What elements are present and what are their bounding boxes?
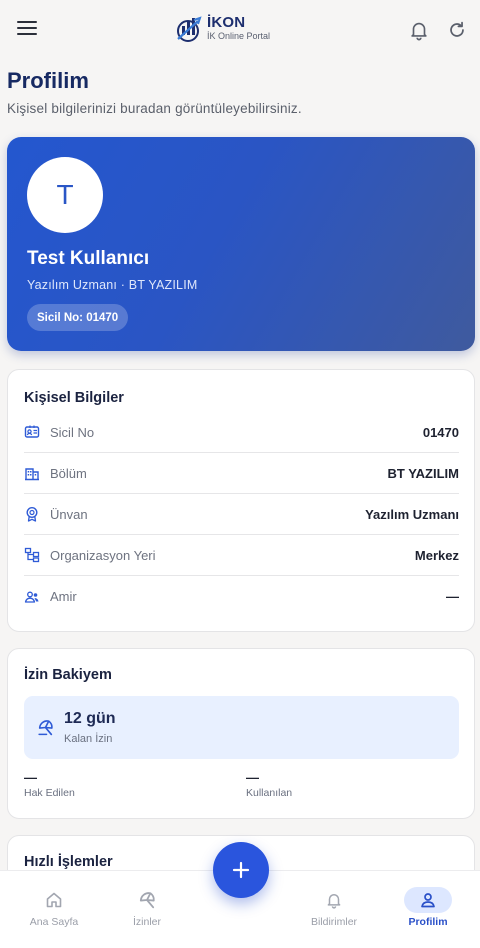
bell-icon xyxy=(327,894,341,909)
app-brand: İKON İK Online Portal xyxy=(174,12,270,44)
info-label: Amir xyxy=(50,589,77,604)
used-leave-stat: — Kullanılan xyxy=(246,770,292,799)
nav-label: İzinler xyxy=(132,916,161,928)
nav-label: Ana Sayfa xyxy=(29,916,79,928)
info-label: Bölüm xyxy=(50,465,87,481)
info-label: Organizasyon Yeri xyxy=(50,547,156,563)
hamburger-menu-icon[interactable] xyxy=(17,21,37,39)
leave-balance-card: İzin Bakiyem 12 gün Kalan İzin — Hak Edi… xyxy=(7,648,475,819)
used-leave-label: Kullanılan xyxy=(246,787,293,799)
remaining-leave-box: 12 gün Kalan İzin xyxy=(24,696,459,759)
nav-home[interactable]: Ana Sayfa xyxy=(14,887,94,928)
person-icon xyxy=(421,893,435,908)
manager-icon xyxy=(24,591,39,603)
page-subtitle: Kişisel bilgilerinizi buradan görüntüley… xyxy=(7,101,302,116)
nav-profile[interactable]: Profilim xyxy=(388,887,468,928)
info-label: Sicil No xyxy=(50,424,95,440)
user-full-name: Test Kullanıcı xyxy=(27,248,150,269)
sicil-number-badge: Sicil No: 01470 xyxy=(27,304,129,331)
beach-umbrella-icon xyxy=(139,892,155,909)
nav-leaves[interactable]: İzinler xyxy=(107,887,187,928)
quick-actions-title: Hızlı İşlemler xyxy=(24,854,113,870)
info-value: Merkez xyxy=(414,547,459,563)
info-row-organization: Organizasyon Yeri Merkez xyxy=(24,535,459,576)
plus-icon xyxy=(232,861,250,879)
award-icon xyxy=(26,506,38,522)
top-app-bar: İKON İK Online Portal xyxy=(0,0,480,60)
info-value: 01470 xyxy=(422,424,459,440)
info-row-title: Ünvan Yazılım Uzmanı xyxy=(24,494,459,535)
notifications-bell-icon[interactable] xyxy=(408,19,430,41)
nav-label: Bildirimler xyxy=(310,916,358,928)
info-value: BT YAZILIM xyxy=(387,465,459,481)
add-fab-button[interactable] xyxy=(213,842,269,898)
leave-balance-title: İzin Bakiyem xyxy=(24,667,112,683)
page-title: Profilim xyxy=(7,68,89,93)
info-row-manager: Amir — xyxy=(24,576,459,617)
personal-info-card: Kişisel Bilgiler Sicil No 01470 Bölüm BT… xyxy=(7,369,475,632)
nav-notifications[interactable]: Bildirimler xyxy=(294,887,374,928)
used-leave-value: — xyxy=(246,770,259,785)
info-row-department: Bölüm BT YAZILIM xyxy=(24,453,459,494)
earned-leave-label: Hak Edilen xyxy=(24,787,75,799)
id-card-icon xyxy=(24,425,40,438)
home-icon xyxy=(46,892,62,908)
info-row-sicil: Sicil No 01470 xyxy=(24,412,459,453)
info-value: Yazılım Uzmanı xyxy=(365,506,459,522)
app-subtitle: İK Online Portal xyxy=(207,31,271,41)
info-value: — xyxy=(446,589,459,604)
remaining-leave-days: 12 gün xyxy=(64,710,116,727)
org-chart-icon xyxy=(24,547,40,563)
refresh-icon[interactable] xyxy=(446,19,468,41)
earned-leave-value: — xyxy=(24,770,37,785)
earned-leave-stat: — Hak Edilen xyxy=(24,770,75,799)
nav-label: Profilim xyxy=(408,916,448,928)
app-logo-icon xyxy=(177,16,202,42)
remaining-leave-label: Kalan İzin xyxy=(64,733,113,745)
profile-summary-card: T Test Kullanıcı Yazılım Uzmanı · BT YAZ… xyxy=(7,137,475,351)
avatar: T xyxy=(27,157,103,233)
personal-info-title: Kişisel Bilgiler xyxy=(24,390,124,406)
beach-umbrella-icon xyxy=(38,720,53,736)
user-role-department: Yazılım Uzmanı · BT YAZILIM xyxy=(27,278,198,292)
info-label: Ünvan xyxy=(50,506,88,522)
app-name: İKON xyxy=(207,14,246,31)
building-icon xyxy=(25,468,39,481)
